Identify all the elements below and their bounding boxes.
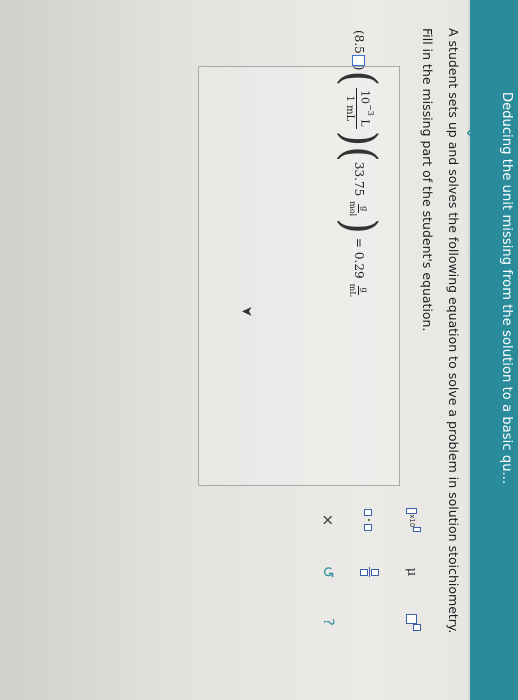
- dot-label: ·: [360, 517, 376, 523]
- mu-button[interactable]: μ: [402, 560, 422, 584]
- result-value: 0.29: [352, 251, 366, 279]
- term1-value: (8.5: [352, 30, 366, 54]
- x10-label: x10: [408, 514, 416, 528]
- undo-icon: ↺: [319, 565, 337, 579]
- help-button[interactable]: ?: [318, 610, 338, 634]
- box-icon: [364, 524, 372, 532]
- box-icon: [371, 568, 380, 576]
- superscript-button[interactable]: [402, 610, 422, 634]
- term3-value: 33.75: [352, 161, 366, 197]
- mu-label: μ: [404, 567, 420, 577]
- close-paren: ): [332, 130, 386, 147]
- undo-button[interactable]: ↺: [318, 560, 338, 584]
- rotated-content: Deducing the unit missing from the solut…: [0, 0, 518, 700]
- equals-sign: =: [352, 237, 366, 248]
- box-icon: [413, 527, 421, 532]
- multiply-dot-button[interactable]: ·: [358, 508, 378, 532]
- fraction-3: g mol: [349, 201, 370, 216]
- close-paren: ): [332, 218, 386, 234]
- fraction-bar-icon: [369, 567, 371, 577]
- help-icon: ?: [320, 618, 336, 626]
- close-button[interactable]: ×: [318, 508, 338, 532]
- box-icon: [406, 613, 418, 624]
- open-paren: (: [332, 70, 386, 87]
- mouse-pointer-icon: ➤: [241, 303, 253, 319]
- box-icon: [413, 623, 421, 631]
- result-denominator: mL: [348, 283, 358, 297]
- fraction-1-numerator: 10−3 L: [356, 88, 375, 129]
- fraction-3-denominator: mol: [348, 201, 358, 217]
- fraction-3-numerator: g: [358, 204, 370, 214]
- close-icon: ×: [319, 513, 337, 527]
- scientific-notation-button[interactable]: x10: [402, 508, 422, 532]
- equation: (8.5 ) ( 10−3 L 1 mL ) ( 33.75 g mol ) =…: [330, 30, 388, 299]
- frac1-base: 10: [358, 90, 372, 105]
- fraction-button[interactable]: [360, 560, 380, 584]
- fraction-icon: [360, 567, 380, 577]
- frac1-exponent: −3: [365, 104, 375, 116]
- open-paren: (: [332, 146, 386, 162]
- fraction-1-denominator: 1 mL: [344, 95, 356, 122]
- fraction-1: 10−3 L 1 mL: [344, 88, 375, 129]
- chevron-down-icon[interactable]: ⌄: [463, 120, 482, 146]
- question-text: A student sets up and solves the followi…: [446, 28, 461, 634]
- result-fraction: g mL: [349, 284, 370, 297]
- frac1-unit: L: [358, 119, 372, 127]
- instruction-text: Fill in the missing part of the student'…: [420, 28, 435, 332]
- box-icon: [364, 508, 372, 516]
- result-numerator: g: [358, 285, 370, 295]
- missing-unit-input[interactable]: [352, 54, 366, 66]
- page-title: Deducing the unit missing from the solut…: [499, 92, 514, 485]
- box-icon: [360, 568, 369, 576]
